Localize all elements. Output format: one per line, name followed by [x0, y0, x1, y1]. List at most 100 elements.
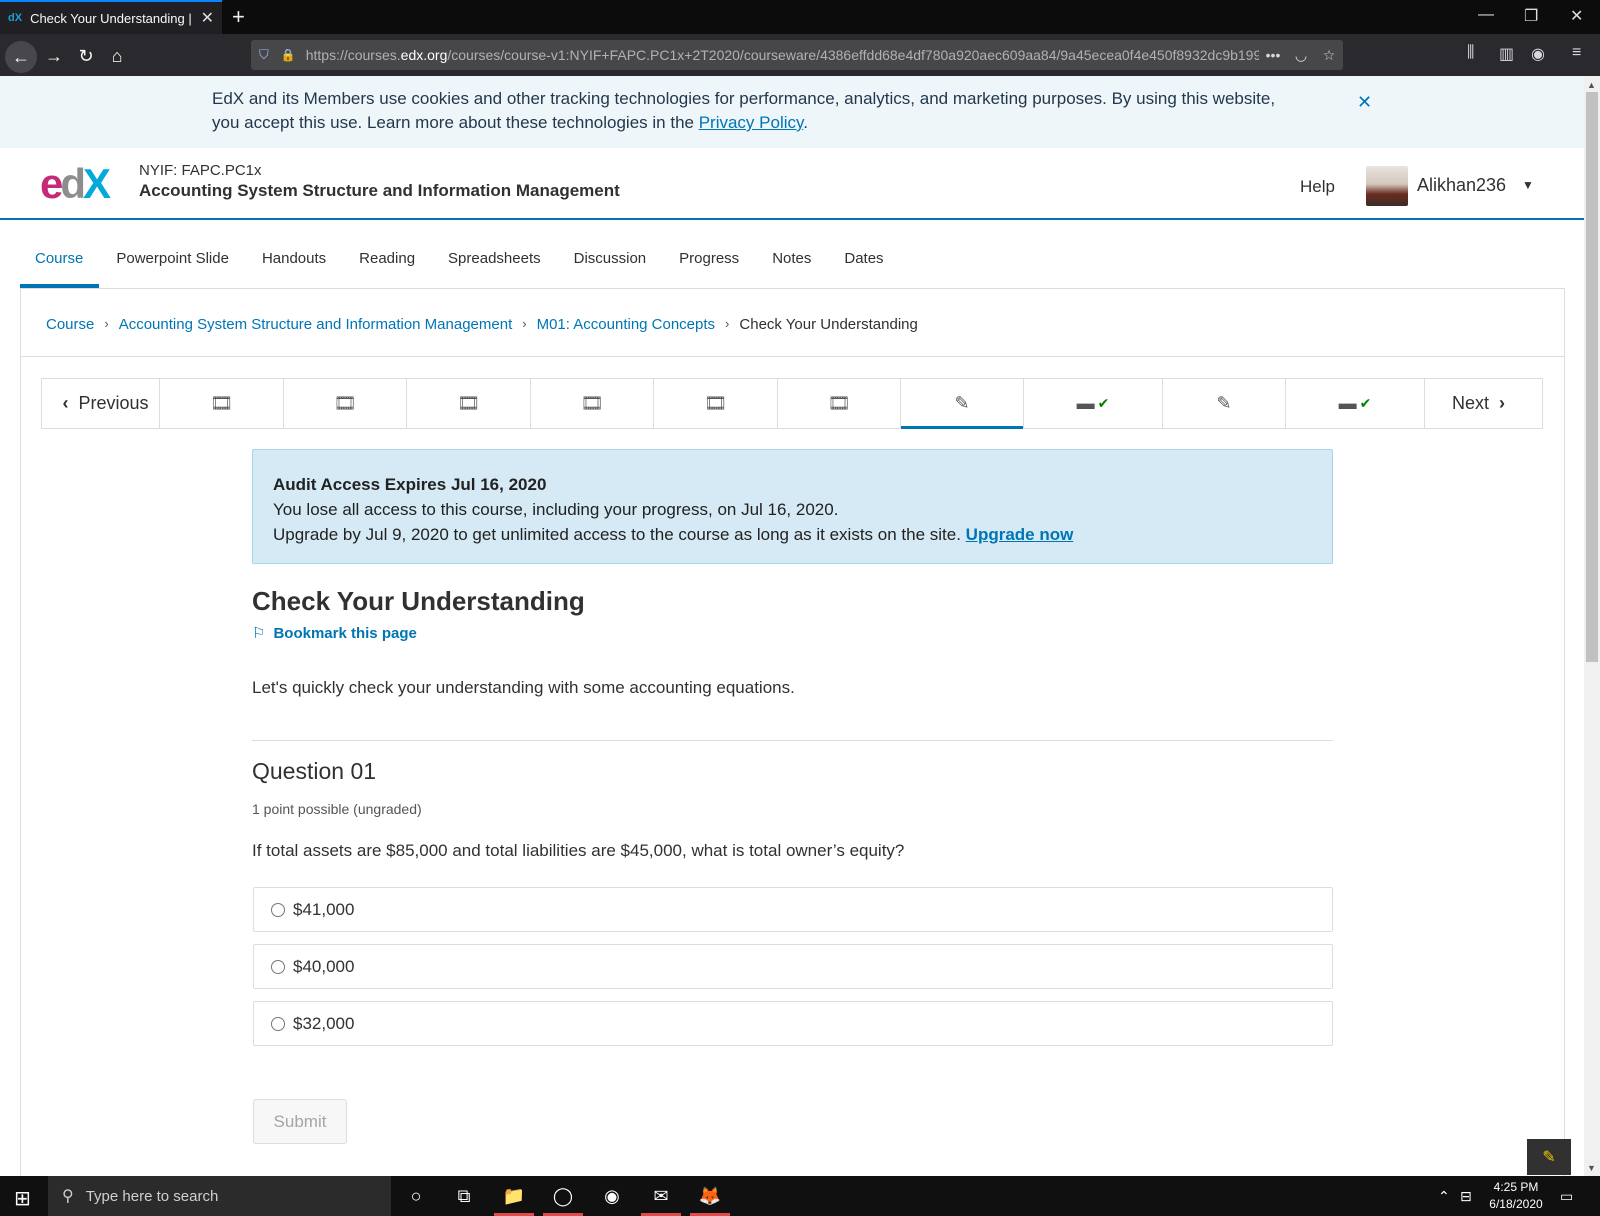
tab-course[interactable]: Course — [20, 242, 100, 288]
notifications-icon[interactable]: ▭ — [1560, 1188, 1573, 1205]
next-button[interactable]: Next › — [1425, 379, 1542, 428]
check-circle-icon: ✔ — [1359, 395, 1372, 411]
minimize-icon[interactable]: — — [1478, 6, 1494, 24]
forward-icon[interactable]: → — [40, 42, 68, 70]
chevron-right-icon: › — [522, 316, 527, 331]
sequence-item-problem[interactable]: ✎ — [1163, 379, 1286, 428]
radio-button[interactable] — [271, 902, 285, 917]
close-cookie-banner-icon[interactable]: ✕ — [1357, 90, 1372, 114]
sequence-item-video[interactable]: 🎞 — [778, 379, 901, 428]
breadcrumb-section[interactable]: Accounting System Structure and Informat… — [119, 316, 513, 333]
tab-discussion[interactable]: Discussion — [559, 242, 663, 288]
menu-icon[interactable]: ≡ — [1572, 44, 1581, 62]
tab-notes[interactable]: Notes — [757, 242, 827, 288]
lock-icon[interactable]: 🔒 — [281, 48, 296, 62]
video-icon: 🎞 — [457, 393, 480, 413]
file-explorer-icon[interactable]: 📁 — [490, 1176, 538, 1216]
tab-dates[interactable]: Dates — [829, 242, 899, 288]
sequence-item-video[interactable]: 🎞 — [654, 379, 778, 428]
upgrade-now-link[interactable]: Upgrade now — [966, 525, 1074, 544]
breadcrumb: Course › Accounting System Structure and… — [46, 316, 918, 333]
address-bar[interactable]: ⛉ 🔒 https://courses.edx.org/courses/cour… — [251, 40, 1343, 70]
avatar[interactable] — [1366, 166, 1408, 206]
sequence-item-video[interactable]: 🎞 — [160, 379, 284, 428]
answer-option[interactable]: $32,000 — [253, 1001, 1333, 1046]
url-text[interactable]: https://courses.edx.org/courses/course-v… — [306, 47, 1259, 63]
bookmark-star-icon[interactable]: ☆ — [1315, 47, 1343, 64]
cookie-banner: EdX and its Members use cookies and othe… — [0, 76, 1584, 148]
question-text: If total assets are $85,000 and total li… — [252, 841, 905, 860]
sequence-item-video[interactable]: 🎞 — [407, 379, 531, 428]
pencil-icon[interactable]: ✎ — [1527, 1139, 1571, 1175]
close-window-icon[interactable]: ✕ — [1570, 6, 1583, 26]
breadcrumb-current: Check Your Understanding — [739, 316, 918, 333]
audit-access-banner: Audit Access Expires Jul 16, 2020 You lo… — [252, 449, 1333, 564]
scroll-down-icon[interactable]: ▼ — [1587, 1163, 1596, 1173]
reload-icon[interactable]: ↻ — [72, 42, 100, 70]
more-actions-icon[interactable]: ••• — [1259, 47, 1287, 63]
close-tab-icon[interactable]: ✕ — [201, 8, 214, 28]
audit-title: Audit Access Expires Jul 16, 2020 — [273, 475, 547, 494]
back-icon[interactable]: ← — [5, 41, 37, 73]
radio-button[interactable] — [271, 959, 285, 974]
app-icon[interactable]: ◉ — [588, 1176, 636, 1216]
sequence-item-problem-active[interactable]: ✎ — [901, 379, 1024, 429]
library-icon[interactable]: ⫼ — [1467, 44, 1474, 62]
firefox-icon[interactable]: 🦊 — [686, 1176, 734, 1216]
scrollbar-thumb[interactable] — [1586, 92, 1598, 662]
bookmark-icon: ⚐ — [252, 625, 266, 642]
account-icon[interactable]: ◉ — [1531, 44, 1545, 64]
edx-favicon-icon: dX — [8, 12, 23, 24]
new-tab-icon[interactable]: + — [232, 4, 245, 30]
book-icon: ▬ — [1076, 393, 1095, 413]
home-icon[interactable]: ⌂ — [103, 42, 131, 70]
tab-reading[interactable]: Reading — [344, 242, 431, 288]
chevron-up-icon[interactable]: ⌃ — [1438, 1188, 1450, 1205]
scroll-up-icon[interactable]: ▲ — [1587, 80, 1596, 90]
page-title: Check Your Understanding — [252, 586, 585, 616]
course-nav: Course Powerpoint Slide Handouts Reading… — [20, 242, 902, 288]
answer-option[interactable]: $40,000 — [253, 944, 1333, 989]
tab-powerpoint-slide[interactable]: Powerpoint Slide — [101, 242, 245, 288]
sequence-item-video[interactable]: 🎞 — [531, 379, 654, 428]
video-icon: 🎞 — [704, 393, 727, 413]
help-link[interactable]: Help — [1300, 177, 1335, 197]
video-icon: 🎞 — [827, 393, 851, 413]
windows-start-icon[interactable]: ⊞ — [14, 1186, 31, 1211]
caret-down-icon[interactable]: ▼ — [1522, 178, 1534, 192]
submit-button[interactable]: Submit — [253, 1099, 347, 1144]
taskbar-search[interactable]: ⚲ Type here to search — [48, 1176, 391, 1216]
audit-line-2: Upgrade by Jul 9, 2020 to get unlimited … — [273, 525, 966, 544]
chevron-right-icon: › — [725, 316, 730, 331]
username[interactable]: Alikhan236 — [1417, 175, 1506, 196]
audit-line-1: You lose all access to this course, incl… — [273, 500, 839, 519]
breadcrumb-subsection[interactable]: M01: Accounting Concepts — [537, 316, 715, 333]
tab-handouts[interactable]: Handouts — [247, 242, 342, 288]
sequence-item-book-complete[interactable]: ▬ ✔ — [1024, 379, 1163, 428]
sequence-item-video[interactable]: 🎞 — [284, 379, 407, 428]
clock[interactable]: 4:25 PM 6/18/2020 — [1482, 1179, 1550, 1213]
edx-logo[interactable]: edX — [40, 162, 111, 206]
privacy-policy-link[interactable]: Privacy Policy — [699, 113, 804, 132]
site-header: edX NYIF: FAPC.PC1x Accounting System St… — [0, 148, 1584, 220]
bookmark-button[interactable]: ⚐ Bookmark this page — [252, 624, 417, 642]
messenger-icon[interactable]: ✉ — [637, 1176, 685, 1216]
tab-spreadsheets[interactable]: Spreadsheets — [433, 242, 557, 288]
pocket-icon[interactable]: ◡ — [1287, 47, 1315, 64]
tracking-shield-icon[interactable]: ⛉ — [259, 47, 269, 63]
network-icon[interactable]: ⊟ — [1460, 1188, 1472, 1205]
sidebar-icon[interactable]: ▥ — [1499, 44, 1514, 64]
taskbar: ⊞ ⚲ Type here to search ○ ⧉ 📁 ◯ ◉ ✉ 🦊 ⌃ ⊟… — [0, 1176, 1600, 1216]
sequence-item-book-complete[interactable]: ▬ ✔ — [1286, 379, 1425, 428]
browser-tab[interactable]: dX Check Your Understanding | M ✕ — [0, 0, 222, 34]
breadcrumb-course[interactable]: Course — [46, 316, 94, 333]
restore-icon[interactable]: ❐ — [1524, 6, 1538, 26]
radio-button[interactable] — [271, 1016, 285, 1031]
search-icon: ⚲ — [62, 1188, 74, 1205]
task-view-icon[interactable]: ⧉ — [440, 1176, 488, 1216]
answer-option[interactable]: $41,000 — [253, 887, 1333, 932]
previous-button[interactable]: ‹ Previous — [42, 379, 160, 428]
cortana-icon[interactable]: ○ — [392, 1176, 440, 1216]
opera-icon[interactable]: ◯ — [539, 1176, 587, 1216]
tab-progress[interactable]: Progress — [664, 242, 755, 288]
